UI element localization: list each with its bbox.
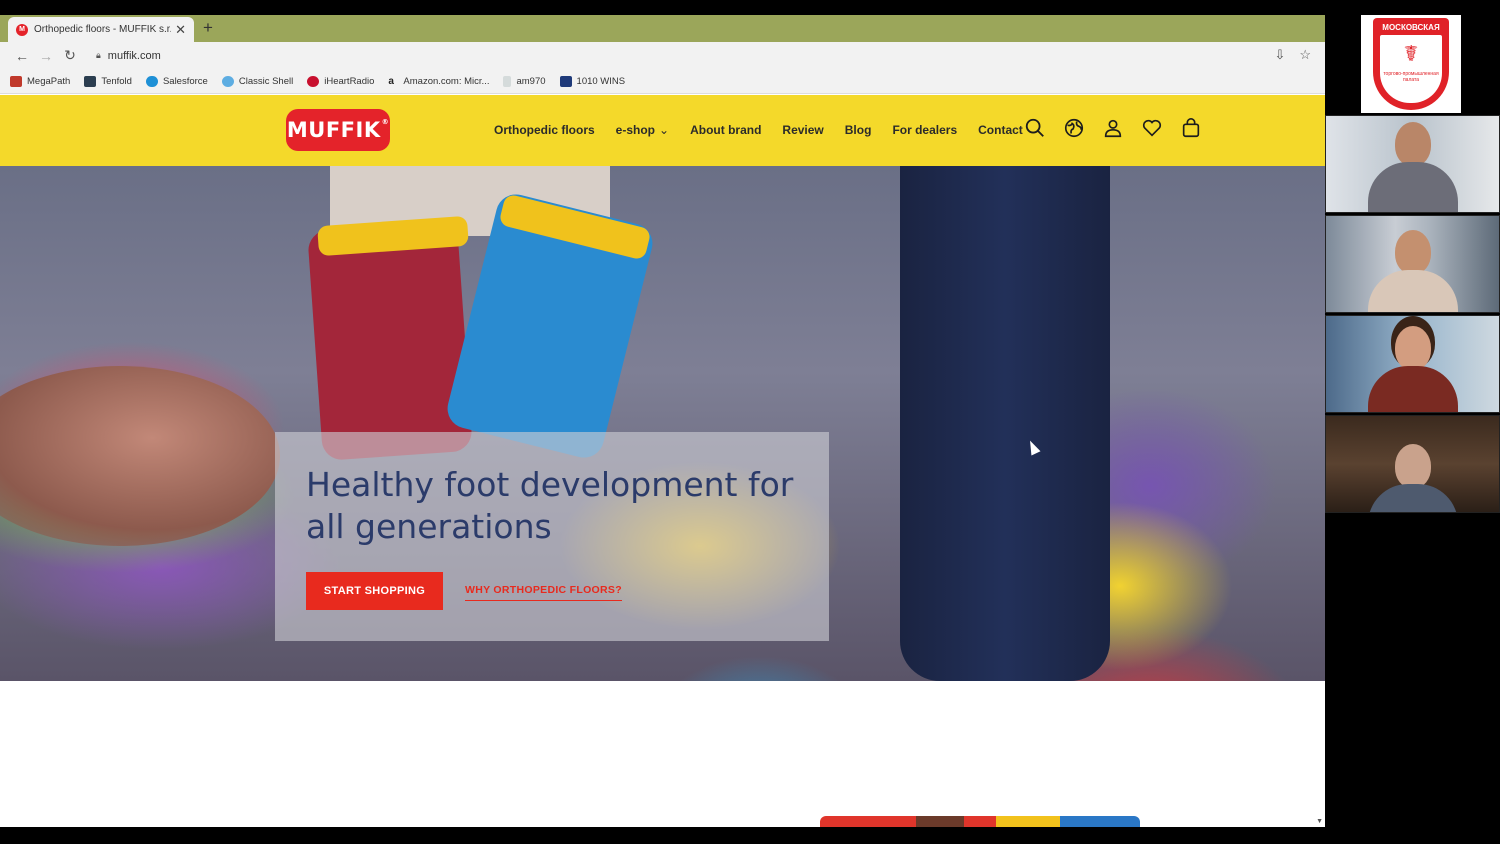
hero-card: Healthy foot development for all generat… [275, 432, 829, 641]
hero-photo-red-sock [307, 221, 473, 461]
menu-about-brand[interactable]: About brand [690, 123, 761, 137]
page-content-below: ▼ [0, 681, 1325, 827]
search-icon[interactable] [1024, 117, 1046, 139]
participant-avatar [1367, 230, 1458, 312]
bookmarks-bar: MegaPath Tenfold Salesforce Classic Shel… [0, 69, 1325, 94]
chamber-shield-icon: МОСКОВСКАЯ ☤ торгово-промышленная палата [1373, 18, 1449, 110]
muffik-favicon-icon: M [16, 23, 28, 36]
salesforce-cloud-icon [145, 75, 158, 87]
page-icon [503, 75, 512, 87]
reload-icon[interactable]: ↻ [58, 47, 82, 64]
participant-avatar [1367, 326, 1458, 412]
participant-video-tile[interactable] [1325, 215, 1500, 313]
menu-review[interactable]: Review [782, 123, 823, 137]
menu-e-shop[interactable]: e-shop ⌄ [616, 123, 669, 137]
screen: M Orthopedic floors - MUFFIK s.r.o. ✕ + … [0, 0, 1500, 844]
user-icon[interactable] [1102, 117, 1124, 139]
hero-headline: Healthy foot development for all generat… [306, 465, 794, 546]
wins-icon [559, 75, 572, 87]
close-tab-icon[interactable]: ✕ [175, 22, 186, 38]
hero-banner: Healthy foot development for all generat… [0, 166, 1325, 681]
lock-icon[interactable]: 🔒︎ [96, 50, 101, 61]
amazon-icon: a [388, 75, 394, 87]
bookmark-megapath[interactable]: MegaPath [10, 75, 70, 87]
bookmark-amazon[interactable]: a Amazon.com: Micr... [388, 76, 489, 87]
bookmark-1010-wins[interactable]: 1010 WINS [559, 75, 625, 87]
caduceus-icon: ☤ [1403, 41, 1419, 66]
bookmark-star-icon[interactable]: ☆ [1299, 47, 1311, 63]
bookmark-am970[interactable]: am970 [503, 75, 546, 87]
scroll-down-arrow-icon[interactable]: ▼ [1316, 818, 1323, 825]
bookmark-tenfold[interactable]: Tenfold [84, 75, 132, 87]
address-bar-actions: ⇩ ☆ [1274, 47, 1311, 63]
iheartradio-icon [307, 75, 320, 87]
forward-arrow-icon[interactable]: → [34, 48, 58, 64]
bag-icon[interactable] [1180, 117, 1202, 139]
address-bar: ← → ↻ 🔒︎ muffik.com ⇩ ☆ [0, 42, 1325, 69]
install-app-icon[interactable]: ⇩ [1274, 47, 1285, 63]
participant-avatar [1367, 444, 1458, 512]
video-call-panel: МОСКОВСКАЯ ☤ торгово-промышленная палата [1325, 15, 1500, 515]
new-tab-button[interactable]: + [203, 18, 213, 38]
menu-contact[interactable]: Contact [978, 123, 1023, 137]
hero-photo-leg [900, 166, 1110, 681]
participant-video-tile[interactable] [1325, 415, 1500, 513]
bookmark-classic-shell[interactable]: Classic Shell [221, 75, 293, 87]
tenfold-icon [84, 75, 97, 87]
tab-strip: M Orthopedic floors - MUFFIK s.r.o. ✕ + [0, 15, 1325, 42]
classic-shell-icon [221, 75, 234, 87]
participant-video-tile[interactable] [1325, 115, 1500, 213]
menu-for-dealers[interactable]: For dealers [892, 123, 957, 137]
muffik-logo[interactable]: MUFFIK ® [286, 109, 390, 151]
heart-icon[interactable] [1141, 117, 1163, 139]
menu-orthopedic-floors[interactable]: Orthopedic floors [494, 123, 595, 137]
participant-video-tile[interactable] [1325, 315, 1500, 413]
globe-icon[interactable] [1063, 117, 1085, 139]
start-shopping-button[interactable]: START SHOPPING [306, 572, 443, 610]
bookmark-iheartradio[interactable]: iHeartRadio [307, 75, 374, 87]
megapath-icon [10, 75, 22, 87]
chevron-down-icon: ⌄ [659, 123, 670, 137]
tab-title: Orthopedic floors - MUFFIK s.r.o. [34, 24, 172, 35]
menu-blog[interactable]: Blog [845, 123, 872, 137]
participant-avatar [1367, 122, 1458, 212]
header-icons [1024, 117, 1202, 139]
back-arrow-icon[interactable]: ← [10, 48, 34, 64]
why-orthopedic-floors-link[interactable]: WHY ORTHOPEDIC FLOORS? [465, 584, 622, 601]
site-header: MUFFIK ® Orthopedic floors e-shop ⌄ About … [0, 95, 1325, 166]
main-menu: Orthopedic floors e-shop ⌄ About brand Re… [494, 123, 1023, 137]
chamber-logo: МОСКОВСКАЯ ☤ торгово-промышленная палата [1361, 15, 1461, 113]
puzzle-floor-image [820, 816, 1140, 827]
hero-photo-hand [0, 366, 280, 546]
browser-tab[interactable]: M Orthopedic floors - MUFFIK s.r.o. ✕ [8, 17, 194, 42]
url-field[interactable]: muffik.com [108, 50, 161, 62]
bookmark-salesforce[interactable]: Salesforce [145, 75, 208, 87]
browser-window: M Orthopedic floors - MUFFIK s.r.o. ✕ + … [0, 15, 1325, 827]
